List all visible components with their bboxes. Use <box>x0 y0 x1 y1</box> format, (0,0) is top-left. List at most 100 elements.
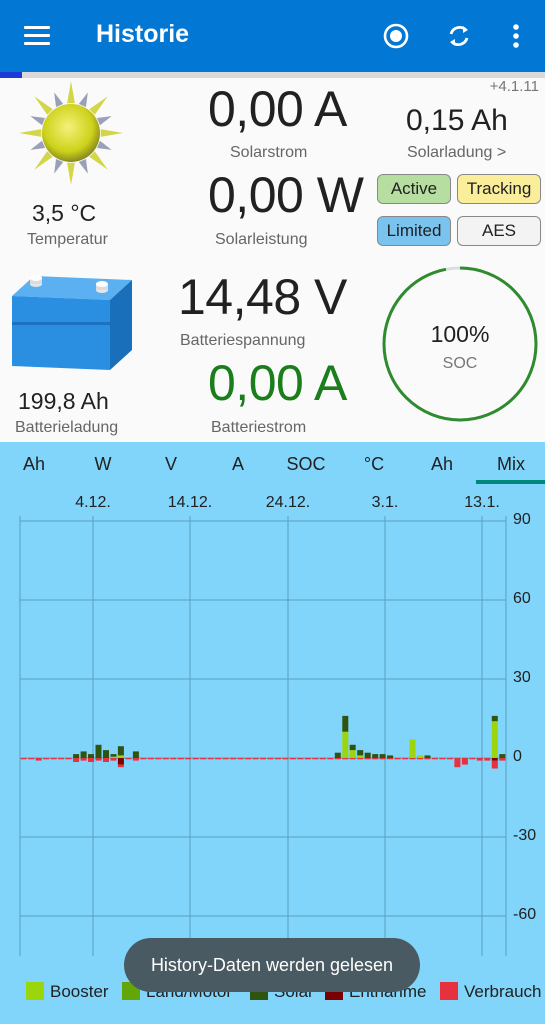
status-chip-aes: AES <box>457 216 541 246</box>
solar-charge-link[interactable]: Solarladung > <box>407 144 506 162</box>
bar-verbrauch-33 <box>267 758 274 760</box>
loading-progress-bar <box>0 72 545 78</box>
record-icon[interactable] <box>380 20 412 52</box>
bar-verbrauch-64 <box>499 758 506 761</box>
date-tick: 4.12. <box>75 494 111 511</box>
bar-verbrauch-14 <box>125 758 132 760</box>
bar-verbrauch-44 <box>349 758 356 760</box>
bar-verbrauch-26 <box>215 758 222 760</box>
legend-item: Verbrauch <box>440 982 542 1002</box>
bar-booster-52 <box>409 739 416 758</box>
bar-verbrauch-13 <box>117 764 124 768</box>
bar-verbrauch-16 <box>140 758 147 760</box>
tab-2[interactable]: V <box>137 454 205 475</box>
bar-verbrauch-42 <box>334 758 341 760</box>
y-tick: 30 <box>513 669 531 686</box>
bar-verbrauch-56 <box>439 758 446 760</box>
bar-booster-12 <box>110 756 117 758</box>
bar-verbrauch-27 <box>222 758 229 760</box>
tab-5[interactable]: °C <box>340 454 408 475</box>
date-tick: 3.1. <box>371 494 399 511</box>
y-tick: 60 <box>513 590 531 607</box>
bar-verbrauch-49 <box>387 758 394 760</box>
tab-0[interactable]: Ah <box>0 454 68 475</box>
legend-label: Booster <box>50 982 109 1001</box>
bar-verbrauch-0 <box>20 758 27 760</box>
bar-entnahme-63 <box>491 758 498 761</box>
solar-power-label: Solarleistung <box>215 231 308 248</box>
y-tick: -60 <box>513 906 537 923</box>
bar-verbrauch-51 <box>402 758 409 760</box>
overflow-menu-icon[interactable] <box>500 20 532 52</box>
bar-solar-64 <box>499 754 506 759</box>
bar-verbrauch-43 <box>342 758 349 760</box>
bar-solar-42 <box>334 752 341 758</box>
bar-verbrauch-6 <box>65 758 72 760</box>
bar-verbrauch-29 <box>237 758 244 760</box>
bar-solar-8 <box>80 751 87 758</box>
refresh-icon[interactable] <box>443 20 475 52</box>
bar-verbrauch-45 <box>357 758 364 760</box>
bar-verbrauch-55 <box>432 758 438 760</box>
solar-current-value: 0,00 A <box>208 81 347 137</box>
bar-verbrauch-40 <box>319 758 326 760</box>
bar-solar-44 <box>349 744 356 751</box>
bar-verbrauch-28 <box>230 758 237 760</box>
bar-booster-63 <box>491 721 498 758</box>
bar-verbrauch-37 <box>297 758 304 760</box>
legend-label: Verbrauch <box>464 982 542 1001</box>
status-chip-active: Active <box>377 174 451 204</box>
battery-voltage-value: 14,48 V <box>178 269 347 325</box>
temperature-value: 3,5 °C <box>32 200 97 226</box>
bar-verbrauch-21 <box>177 758 184 760</box>
bar-verbrauch-23 <box>192 758 199 760</box>
date-tick: 14.12. <box>167 494 213 511</box>
battery-charge-value: 199,8 Ah <box>18 388 109 414</box>
date-tick: 13.1. <box>464 494 500 511</box>
bar-solar-47 <box>372 754 379 759</box>
soc-value: 100% <box>431 321 490 347</box>
bar-verbrauch-3 <box>43 758 50 760</box>
bar-verbrauch-39 <box>312 758 319 760</box>
y-tick: -30 <box>513 827 537 844</box>
date-tick: 24.12. <box>265 494 311 511</box>
bar-verbrauch-57 <box>446 758 453 760</box>
solar-power-value: 0,00 W <box>208 167 364 223</box>
soc-gauge: 100% SOC <box>382 266 538 422</box>
tab-4[interactable]: SOC <box>272 454 340 475</box>
bar-verbrauch-25 <box>207 758 214 760</box>
battery-current-value: 0,00 A <box>208 355 347 411</box>
bar-booster-43 <box>342 731 349 758</box>
menu-icon[interactable] <box>24 26 50 46</box>
tab-3[interactable]: A <box>204 454 272 475</box>
bar-solar-46 <box>364 752 371 758</box>
sun-icon <box>19 81 123 185</box>
bar-solar-48 <box>379 754 386 759</box>
soc-label: SOC <box>443 355 478 372</box>
bar-verbrauch-48 <box>379 758 386 760</box>
status-chip-limited: Limited <box>377 216 451 246</box>
bar-booster-13 <box>117 755 124 758</box>
bar-verbrauch-10 <box>95 758 102 761</box>
bar-solar-12 <box>110 754 117 757</box>
tab-1[interactable]: W <box>69 454 137 475</box>
battery-charge-label: Batterieladung <box>15 419 119 436</box>
bar-solar-63 <box>491 715 498 722</box>
bar-verbrauch-11 <box>103 758 109 762</box>
bar-verbrauch-52 <box>409 758 416 760</box>
tab-6[interactable]: Ah <box>408 454 476 475</box>
legend-swatch <box>26 982 44 1000</box>
bar-solar-7 <box>73 754 80 759</box>
battery-current-label: Batteriestrom <box>211 419 307 436</box>
bar-verbrauch-2 <box>35 758 42 761</box>
bar-solar-11 <box>103 750 109 758</box>
legend-swatch <box>440 982 458 1000</box>
version-label: +4.1.11 <box>489 78 539 95</box>
tab-7[interactable]: Mix <box>477 454 545 475</box>
app-bar: Historie <box>0 0 545 72</box>
history-bar-chart[interactable] <box>0 516 545 986</box>
y-tick: 90 <box>513 511 531 528</box>
bar-verbrauch-34 <box>275 758 281 760</box>
bar-verbrauch-12 <box>110 758 117 761</box>
page-title: Historie <box>96 20 190 48</box>
